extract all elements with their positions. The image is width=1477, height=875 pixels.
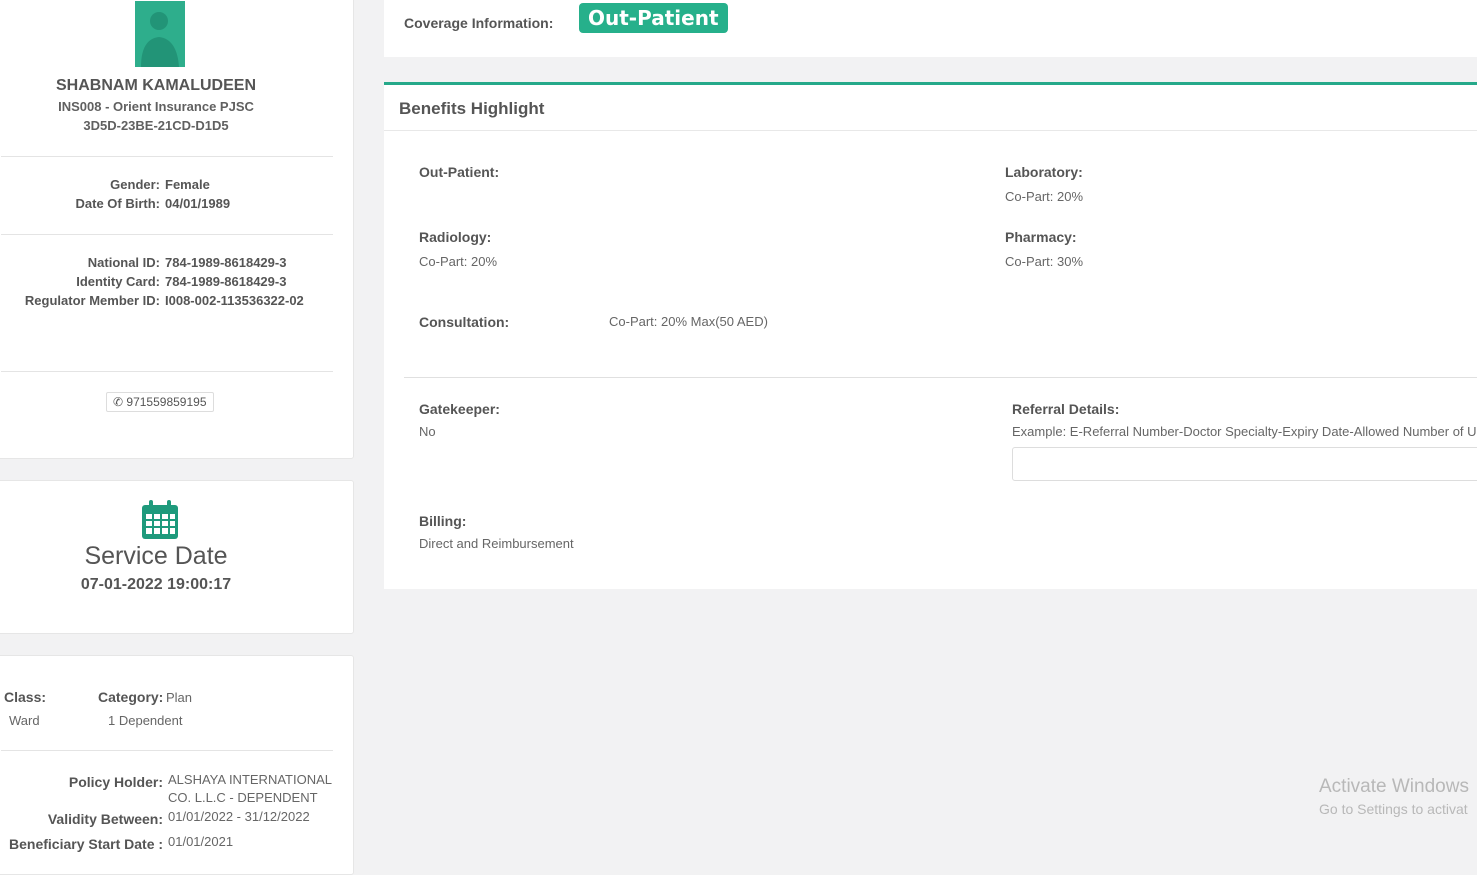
calendar-icon [141, 500, 179, 543]
service-date-title: Service Date [84, 542, 228, 570]
beneficiary-start-value: 01/01/2021 [168, 834, 234, 849]
radiology-value: Co-Part: 20% [419, 254, 498, 269]
referral-label: Referral Details: [1012, 401, 1120, 417]
coverage-label: Coverage Information: [404, 15, 554, 31]
gender-label: Gender: [110, 177, 160, 192]
class-label: Class: [4, 689, 47, 705]
phone-button[interactable]: ✆ 971559859195 [106, 392, 214, 412]
referral-details-input[interactable] [1012, 447, 1477, 481]
service-date-value: 07-01-2022 19:00:17 [80, 576, 232, 593]
phone-icon: ✆ [113, 395, 124, 409]
beneficiary-start-label: Beneficiary Start Date : [9, 836, 164, 852]
divider [1, 234, 333, 235]
regulator-id-value: I008-002-113536322-02 [165, 293, 304, 308]
laboratory-label: Laboratory: [1005, 164, 1083, 180]
watermark-title: Activate Windows [1319, 776, 1469, 797]
category-label: Category: [98, 689, 164, 705]
patient-avatar-icon [135, 1, 185, 67]
card-code: 3D5D-23BE-21CD-D1D5 [83, 118, 229, 133]
laboratory-value: Co-Part: 20% [1005, 189, 1084, 204]
patient-name: SHABNAM KAMALUDEEN [56, 77, 256, 94]
divider [1, 750, 333, 751]
consultation-label: Consultation: [419, 314, 510, 330]
dob-value: 04/01/1989 [165, 196, 231, 211]
divider [1, 156, 333, 157]
billing-label: Billing: [419, 513, 467, 529]
policy-holder-label: Policy Holder: [68, 774, 163, 790]
insurer: INS008 - Orient Insurance PJSC [58, 99, 254, 114]
validity-label: Validity Between: [47, 811, 163, 827]
watermark-subtitle: Go to Settings to activat [1319, 801, 1468, 817]
outpatient-label: Out-Patient: [419, 164, 500, 180]
radiology-label: Radiology: [419, 229, 492, 245]
coverage-panel: Coverage Information: Out-Patient [384, 0, 1477, 57]
identifiers: National ID: 784-1989-8618429-3 Identity … [1, 253, 341, 310]
consultation-value: Co-Part: 20% Max(50 AED) [609, 314, 768, 329]
coverage-badge: Out-Patient [579, 3, 728, 33]
dob-label: Date Of Birth: [75, 196, 161, 211]
validity-value: 01/01/2022 - 31/12/2022 [168, 809, 310, 824]
gender-value: Female [165, 177, 210, 192]
divider [404, 377, 1477, 378]
gatekeeper-value: No [419, 424, 436, 439]
category-detail: 1 Dependent [108, 713, 183, 728]
benefits-panel: Benefits Highlight Out-Patient: Laborato… [384, 82, 1477, 589]
benefits-title: Benefits Highlight [399, 99, 545, 118]
identity-card-value: 784-1989-8618429-3 [165, 274, 287, 289]
billing-value: Direct and Reimbursement [419, 536, 574, 551]
referral-hint: Example: E-Referral Number-Doctor Specia… [1012, 424, 1477, 439]
regulator-id-label: Regulator Member ID: [24, 293, 160, 308]
gatekeeper-label: Gatekeeper: [419, 401, 500, 417]
service-date-card: Service Date 07-01-2022 19:00:17 [0, 480, 354, 634]
pharmacy-label: Pharmacy: [1005, 229, 1077, 245]
policy-holder-line1: ALSHAYA INTERNATIONAL [168, 772, 332, 787]
policy-card: Class: Ward Category: Plan 1 Dependent P… [0, 655, 354, 875]
national-id-value: 784-1989-8618429-3 [165, 255, 287, 270]
divider [1, 371, 333, 372]
category-value: Plan [166, 690, 193, 705]
identity-card-label: Identity Card: [76, 274, 160, 289]
patient-card: SHABNAM KAMALUDEEN INS008 - Orient Insur… [0, 0, 354, 459]
pharmacy-value: Co-Part: 30% [1005, 254, 1084, 269]
demographics: Gender: Female Date Of Birth: 04/01/1989 [1, 175, 341, 213]
national-id-label: National ID: [87, 255, 160, 270]
policy-holder-line2: CO. L.L.C - DEPENDENT [168, 790, 318, 805]
class-value: Ward [9, 713, 40, 728]
phone-number: 971559859195 [126, 395, 207, 409]
